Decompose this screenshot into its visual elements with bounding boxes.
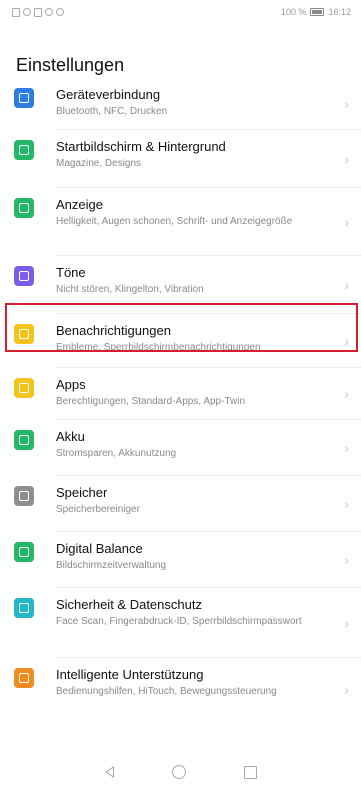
chevron-right-icon: › bbox=[344, 552, 349, 568]
chevron-right-icon: › bbox=[344, 277, 349, 293]
settings-item-geraeteverbindung[interactable]: Geräteverbindung Bluetooth, NFC, Drucken … bbox=[0, 78, 361, 130]
chevron-right-icon: › bbox=[344, 151, 349, 167]
navigation-bar bbox=[0, 750, 361, 794]
chevron-right-icon: › bbox=[344, 682, 349, 698]
notification-icon bbox=[14, 324, 34, 344]
item-label: Benachrichtigungen bbox=[56, 323, 171, 338]
alarm-icon bbox=[56, 8, 64, 16]
item-sub: Helligkeit, Augen schonen, Schrift- und … bbox=[56, 216, 293, 227]
settings-item-toene[interactable]: Töne Nicht stören, Klingelton, Vibration … bbox=[0, 256, 361, 314]
hourglass-icon bbox=[14, 542, 34, 562]
item-sub: Bluetooth, NFC, Drucken bbox=[56, 106, 168, 117]
item-label: Startbildschirm & Hintergrund bbox=[56, 139, 226, 154]
item-sub: Berechtigungen, Standard-Apps, App-Twin bbox=[56, 396, 246, 407]
wallpaper-icon bbox=[14, 140, 34, 160]
item-label: Digital Balance bbox=[56, 541, 143, 556]
status-icons bbox=[12, 7, 64, 17]
device-connection-icon bbox=[14, 88, 34, 108]
item-sub: Nicht stören, Klingelton, Vibration bbox=[56, 284, 204, 295]
battery-percent: 100 % bbox=[280, 7, 307, 17]
chevron-right-icon: › bbox=[344, 386, 349, 402]
settings-item-anzeige[interactable]: Anzeige Helligkeit, Augen schonen, Schrif… bbox=[0, 188, 361, 256]
item-label: Sicherheit & Datenschutz bbox=[56, 597, 202, 612]
chevron-right-icon: › bbox=[344, 96, 349, 112]
settings-item-startbildschirm[interactable]: Startbildschirm & Hintergrund Magazine, D… bbox=[0, 130, 361, 188]
item-label: Intelligente Unterstützung bbox=[56, 667, 204, 682]
settings-item-speicher[interactable]: Speicher Speicherbereiniger › bbox=[0, 476, 361, 532]
status-bar: 100 % 16:12 bbox=[0, 0, 361, 24]
wifi-icon bbox=[23, 8, 31, 16]
chevron-right-icon: › bbox=[344, 333, 349, 349]
assist-icon bbox=[14, 668, 34, 688]
item-label: Apps bbox=[56, 377, 86, 392]
battery-icon bbox=[14, 430, 34, 450]
chevron-right-icon: › bbox=[344, 214, 349, 230]
sim-icon bbox=[12, 7, 20, 17]
item-sub: Stromsparen, Akkunutzung bbox=[56, 448, 177, 459]
apps-icon bbox=[14, 378, 34, 398]
page-title: Einstellungen bbox=[16, 55, 125, 75]
clock: 16:12 bbox=[328, 7, 351, 17]
settings-list: Geräteverbindung Bluetooth, NFC, Drucken … bbox=[0, 78, 361, 722]
settings-item-digital-balance[interactable]: Digital Balance Bildschirmzeitverwaltung … bbox=[0, 532, 361, 588]
settings-item-sicherheit[interactable]: Sicherheit & Datenschutz Face Scan, Finge… bbox=[0, 588, 361, 658]
settings-item-intelligente-unterstuetzung[interactable]: Intelligente Unterstützung Bedienungshilf… bbox=[0, 658, 361, 722]
item-sub: Face Scan, Fingerabdruck-ID, Sperrbildsc… bbox=[56, 616, 302, 627]
home-icon[interactable] bbox=[171, 765, 186, 779]
item-sub: Bildschirmzeitverwaltung bbox=[56, 560, 167, 571]
item-sub: Speicherbereiniger bbox=[56, 504, 140, 515]
storage-icon bbox=[14, 486, 34, 506]
chevron-right-icon: › bbox=[344, 615, 349, 631]
chevron-right-icon: › bbox=[344, 496, 349, 512]
battery-icon bbox=[310, 8, 325, 16]
security-icon bbox=[14, 598, 34, 618]
signal-icon bbox=[45, 8, 53, 16]
settings-item-apps[interactable]: Apps Berechtigungen, Standard-Apps, App-T… bbox=[0, 368, 361, 420]
item-label: Anzeige bbox=[56, 197, 103, 212]
item-sub: Bedienungshilfen, HiTouch, Bewegungssteu… bbox=[56, 686, 277, 697]
settings-item-benachrichtigungen[interactable]: Benachrichtigungen Embleme, Sperrbildschi… bbox=[0, 314, 361, 368]
back-icon[interactable] bbox=[104, 766, 114, 778]
recent-apps-icon[interactable] bbox=[243, 765, 257, 779]
item-label: Geräteverbindung bbox=[56, 87, 161, 102]
sound-icon bbox=[14, 266, 34, 286]
settings-item-akku[interactable]: Akku Stromsparen, Akkunutzung › bbox=[0, 420, 361, 476]
item-label: Töne bbox=[56, 265, 86, 280]
item-sub: Magazine, Designs bbox=[56, 158, 142, 169]
chevron-right-icon: › bbox=[344, 440, 349, 456]
item-label: Akku bbox=[56, 429, 85, 444]
item-sub: Embleme, Sperrbildschirmbenachrichtigung… bbox=[56, 342, 261, 353]
item-label: Speicher bbox=[56, 485, 108, 500]
data-icon bbox=[34, 7, 42, 17]
display-icon bbox=[14, 198, 34, 218]
